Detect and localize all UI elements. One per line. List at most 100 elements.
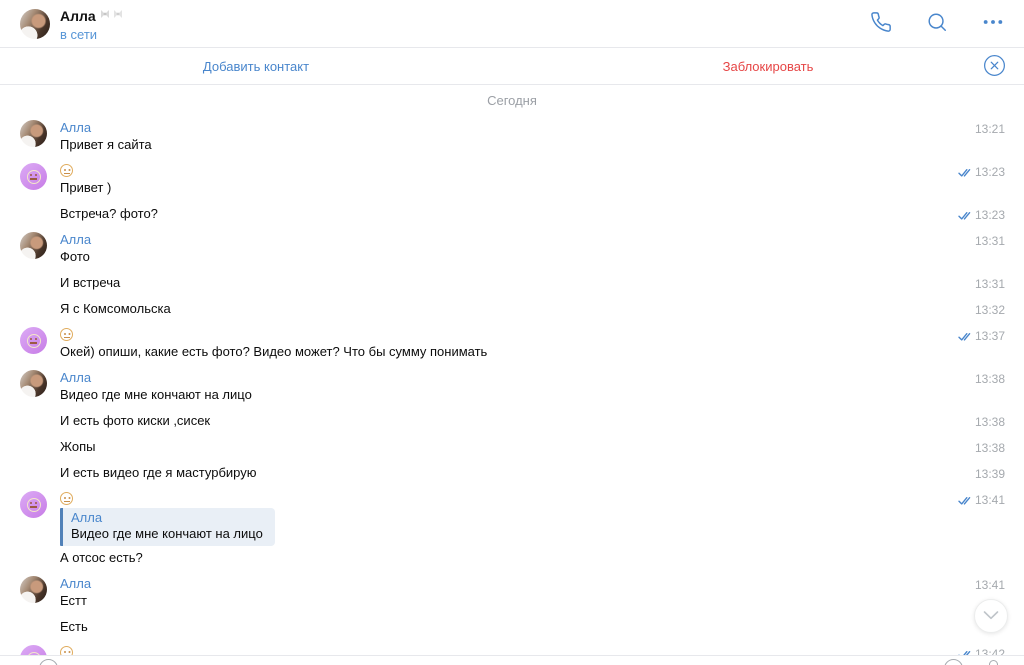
peer-avatar[interactable]	[20, 9, 50, 39]
message-meta: 13:41	[975, 577, 1005, 594]
message-history[interactable]: Сегодня АллаПривет я сайта13:21Привет )1…	[0, 86, 1024, 655]
message-time: 13:41	[975, 492, 1005, 509]
reply-quote[interactable]: АллаВидео где мне кончают на лицо	[60, 508, 275, 546]
sender-name-row: Алла	[60, 575, 932, 592]
message-time: 13:23	[975, 207, 1005, 224]
message[interactable]: 13:42	[0, 644, 1024, 655]
date-divider: Сегодня	[0, 93, 1024, 110]
message-meta: 13:31	[975, 233, 1005, 250]
ellipsis-icon	[982, 11, 1004, 38]
sender-name-row: Алла	[60, 231, 932, 248]
sender-name-row	[60, 490, 932, 507]
alla-avatar[interactable]	[20, 120, 47, 147]
chevron-down-icon	[983, 607, 999, 625]
message[interactable]: И есть видео где я мастурбирую 13:39	[0, 464, 1024, 481]
sender-name-row: Алла	[60, 369, 932, 386]
message-list: АллаПривет я сайта13:21Привет )13:23Встр…	[0, 119, 1024, 655]
message-input-bar[interactable]	[0, 655, 1024, 665]
message-time: 13:39	[975, 466, 1005, 483]
message[interactable]: И встреча13:31	[0, 274, 1024, 291]
emoji-picker-icon[interactable]	[944, 659, 963, 665]
message-text: Привет )	[60, 179, 932, 196]
message-text: Окей) опиши, какие есть фото? Видео може…	[60, 343, 932, 360]
peer-avatar[interactable]	[20, 645, 47, 655]
read-receipt-icon	[958, 168, 971, 178]
sender-name[interactable]: Алла	[60, 231, 91, 248]
message[interactable]: Встреча? фото?13:23	[0, 205, 1024, 222]
attachment-icon[interactable]	[39, 659, 58, 665]
quoted-text: Видео где мне кончают на лицо	[71, 526, 263, 542]
search-button[interactable]	[924, 11, 950, 37]
message[interactable]: Привет ) 13:23	[0, 162, 1024, 196]
peer-avatar[interactable]	[20, 491, 47, 518]
message-text: Жопы	[60, 438, 932, 455]
neutral-face-emoji-icon	[27, 170, 41, 184]
message-text: И есть фото киски ,сисек	[60, 412, 932, 429]
message-text: Привет я сайта	[60, 136, 932, 153]
message-time: 13:38	[975, 440, 1005, 457]
add-contact-button[interactable]: Добавить контакт	[203, 59, 309, 74]
read-receipt-icon	[958, 496, 971, 506]
message-meta: 13:42	[958, 646, 1005, 655]
neutral-face-emoji-icon	[27, 334, 41, 348]
block-button[interactable]: Заблокировать	[723, 59, 814, 74]
message-time: 13:31	[975, 276, 1005, 293]
online-status: в сети	[60, 27, 124, 42]
message-meta: 13:23	[958, 207, 1005, 224]
sender-name-row	[60, 326, 932, 343]
message-time: 13:38	[975, 414, 1005, 431]
message-time: 13:21	[975, 121, 1005, 138]
message[interactable]: АллаЕстт 13:41	[0, 575, 1024, 609]
message[interactable]: Есть	[0, 618, 1024, 635]
message-time: 13:32	[975, 302, 1005, 319]
call-button[interactable]	[868, 11, 894, 37]
read-receipt-icon	[958, 332, 971, 342]
sender-name[interactable]: Алла	[60, 575, 91, 592]
message-time: 13:41	[975, 577, 1005, 594]
message[interactable]: Я с Комсомольска 13:32	[0, 300, 1024, 317]
message-meta: 13:38	[975, 414, 1005, 431]
microphone-icon[interactable]	[989, 660, 998, 665]
message-text: Естт	[60, 592, 932, 609]
bow-ribbons-icon	[100, 7, 124, 25]
alla-avatar[interactable]	[20, 370, 47, 397]
message-meta: 13:31	[975, 276, 1005, 293]
message-meta: 13:23	[958, 164, 1005, 181]
neutral-face-emoji-icon	[60, 646, 73, 655]
more-menu-button[interactable]	[980, 11, 1006, 37]
peer-avatar[interactable]	[20, 327, 47, 354]
message[interactable]: АллаПривет я сайта 13:21	[0, 119, 1024, 153]
message-meta: 13:38	[975, 440, 1005, 457]
alla-avatar[interactable]	[20, 576, 47, 603]
peer-title[interactable]: Алла в сети	[60, 7, 124, 42]
neutral-face-emoji-icon	[60, 492, 73, 505]
message-meta: 13:37	[958, 328, 1005, 345]
message[interactable]: АллаВидео где мне кончают на лицо13:38	[0, 369, 1024, 403]
neutral-face-emoji-icon	[27, 498, 41, 512]
peer-avatar[interactable]	[20, 163, 47, 190]
message[interactable]: Окей) опиши, какие есть фото? Видео може…	[0, 326, 1024, 360]
message-time: 13:23	[975, 164, 1005, 181]
neutral-face-emoji-icon	[60, 328, 73, 341]
message[interactable]: АллаФото13:31	[0, 231, 1024, 265]
alla-avatar[interactable]	[20, 232, 47, 259]
close-banner-button[interactable]	[983, 56, 1006, 79]
chat-header: Алла в сети	[0, 0, 1024, 48]
message[interactable]: И есть фото киски ,сисек 13:38	[0, 412, 1024, 429]
neutral-face-emoji-icon	[60, 164, 73, 177]
sender-name[interactable]: Алла	[60, 119, 91, 136]
scroll-to-bottom-button[interactable]	[974, 599, 1008, 633]
read-receipt-icon	[958, 211, 971, 221]
close-circle-icon	[983, 54, 1006, 82]
message-text: Видео где мне кончают на лицо	[60, 386, 932, 403]
message[interactable]: Жопы 13:38	[0, 438, 1024, 455]
message-text: Я с Комсомольска	[60, 300, 932, 317]
phone-icon	[870, 11, 892, 38]
search-icon	[926, 11, 948, 38]
peer-name: Алла	[60, 8, 96, 24]
message-text: И есть видео где я мастурбирую	[60, 464, 932, 481]
contact-actions-bar: Добавить контакт Заблокировать	[0, 49, 1024, 85]
sender-name[interactable]: Алла	[60, 369, 91, 386]
message-meta: 13:41	[958, 492, 1005, 509]
message[interactable]: АллаВидео где мне кончают на лицоА отсос…	[0, 490, 1024, 566]
